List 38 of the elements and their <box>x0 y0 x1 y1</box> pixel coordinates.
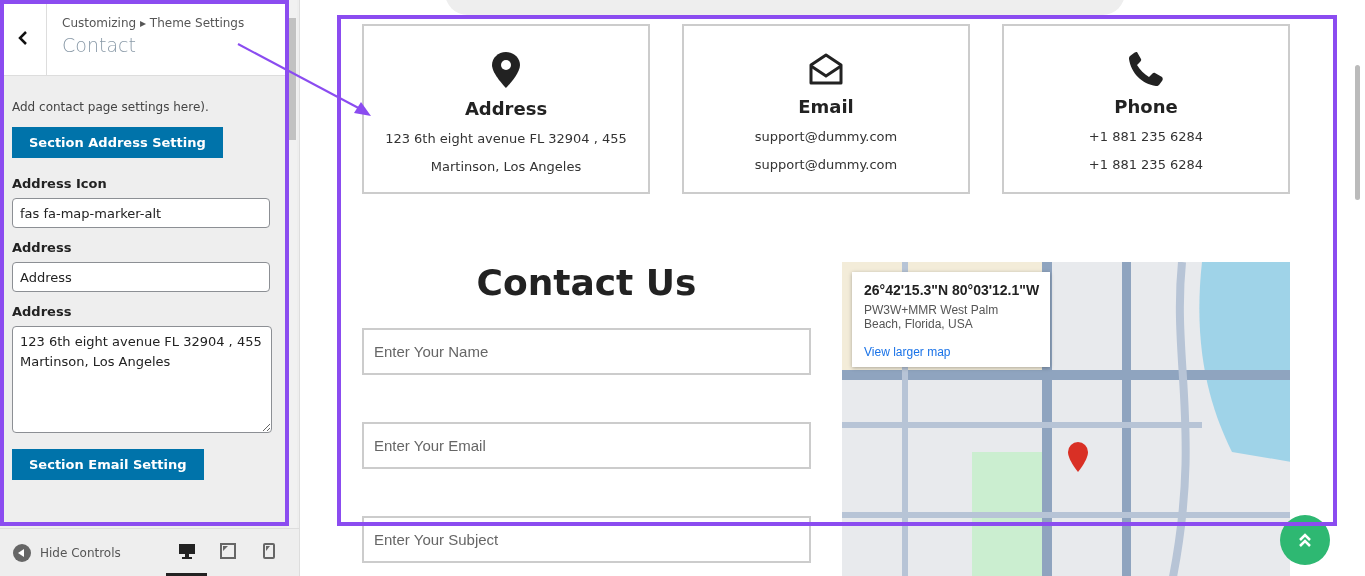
envelope-icon <box>808 52 844 86</box>
field-label: Address Icon <box>12 176 108 191</box>
card-text: 123 6th eight avenue FL 32904 , 455 <box>385 130 627 148</box>
card-title: Email <box>798 96 854 117</box>
panel-title: Contact <box>62 34 137 56</box>
field-label: Address <box>12 240 73 255</box>
hide-controls-button[interactable]: Hide Controls <box>13 543 121 562</box>
double-chevron-up-icon <box>1298 532 1312 548</box>
collapse-icon <box>13 543 31 562</box>
field-label: Address <box>12 304 73 319</box>
section-button[interactable]: Section Address Setting <box>12 127 223 158</box>
textarea-field[interactable]: 123 6th eight avenue FL 32904 , 455 Martinson, Los Angeles <box>12 326 272 433</box>
breadcrumb: Customizing ▸ Theme Settings <box>62 16 245 30</box>
chevron-left-icon <box>18 30 28 45</box>
view-larger-map-link[interactable]: View larger map <box>864 345 951 359</box>
panel-description: Add contact page settings here). <box>12 100 210 114</box>
card-text: +1 881 235 6284 <box>1088 128 1204 146</box>
card-title: Phone <box>1114 96 1178 117</box>
contact-heading: Contact Us <box>475 262 698 303</box>
card-text: +1 881 235 6284 <box>1088 156 1204 174</box>
input-field[interactable]: fas fa-map-marker-alt <box>12 198 270 228</box>
map-marker-icon <box>492 52 520 88</box>
input-field[interactable]: Address <box>12 262 270 292</box>
card-title: Address <box>464 98 548 119</box>
card-text: support@dummy.com <box>754 128 898 146</box>
scrollbar-thumb[interactable] <box>1355 65 1360 200</box>
form-field[interactable]: Enter Your Name <box>362 328 811 375</box>
desktop-icon <box>177 543 196 559</box>
card-text: Martinson, Los Angeles <box>430 158 582 176</box>
card-text: support@dummy.com <box>754 156 898 174</box>
form-field[interactable]: Enter Your Email <box>362 422 811 469</box>
section-button[interactable]: Section Email Setting <box>12 449 204 480</box>
coordinates-text: 26°42'15.3"N 80°03'12.1"W <box>864 282 1038 298</box>
mobile-icon <box>262 543 275 559</box>
address-text: PW3W+MMR West Palm Beach, Florida, USA <box>864 303 1000 331</box>
phone-icon <box>1129 52 1163 86</box>
form-field[interactable]: Enter Your Subject <box>362 516 811 563</box>
tablet-icon <box>219 543 236 559</box>
